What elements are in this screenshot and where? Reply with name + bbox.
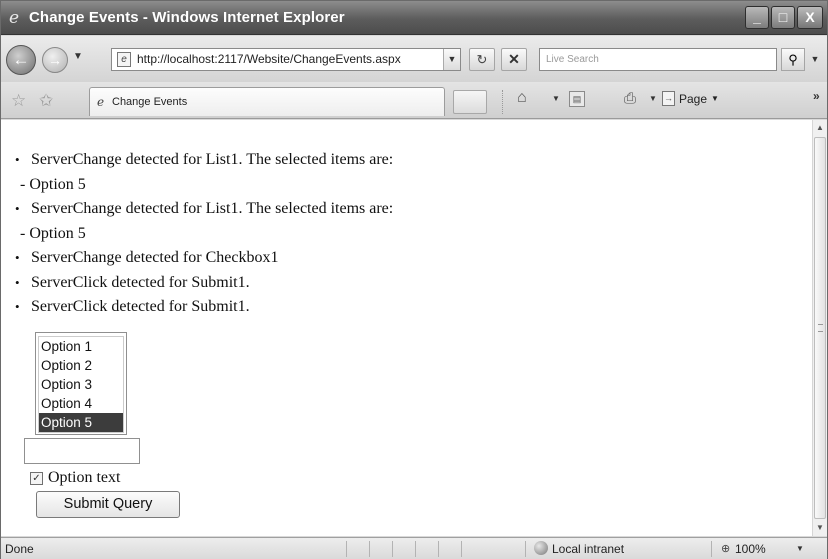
listbox-option[interactable]: Option 5 (39, 413, 123, 432)
page-favicon-icon: e (117, 52, 131, 67)
toolbar-overflow-chevron-icon[interactable]: » (813, 89, 820, 103)
home-dropdown[interactable]: ▼ (552, 94, 560, 103)
back-arrow-icon: ← (12, 50, 30, 69)
tab-command-bar: ☆ ✩ e Change Events ⌂ ▼ ▤ ⎙ ▼ → Page ▼ » (1, 82, 827, 119)
maximize-button[interactable]: □ (771, 6, 795, 29)
tab-favicon-icon: e (97, 95, 105, 109)
window-controls: _ □ X (745, 6, 823, 29)
listbox-option[interactable]: Option 1 (39, 337, 123, 356)
checkbox1-row: ✓ Option text (30, 469, 120, 487)
home-icon[interactable]: ⌂ (517, 89, 527, 107)
event-log-item: ServerChange detected for List1. The sel… (15, 197, 393, 222)
zoom-icon[interactable]: ⊕ (721, 542, 730, 555)
close-button[interactable]: X (797, 6, 823, 29)
navigation-bar: ← → ▼ e http://localhost:2117/Website/Ch… (1, 36, 827, 82)
address-url[interactable]: http://localhost:2117/Website/ChangeEven… (137, 52, 401, 66)
listbox-option[interactable]: Option 2 (39, 356, 123, 375)
globe-icon (534, 541, 548, 555)
page-icon: → (662, 91, 675, 106)
page-menu-label: Page (679, 91, 708, 106)
status-divider (461, 541, 462, 557)
feeds-icon[interactable]: ▤ (569, 91, 585, 107)
search-placeholder: Live Search (546, 54, 599, 65)
minimize-button[interactable]: _ (745, 6, 769, 29)
address-bar[interactable]: e http://localhost:2117/Website/ChangeEv… (111, 48, 461, 71)
search-button[interactable]: ⚲ (781, 48, 805, 71)
event-log-list: ServerChange detected for List1. The sel… (15, 148, 393, 320)
status-divider (525, 541, 526, 557)
scroll-down-arrow-icon[interactable]: ▼ (813, 520, 827, 536)
refresh-icon: ↻ (476, 52, 488, 67)
status-divider (369, 541, 370, 557)
search-input[interactable]: Live Search (539, 48, 777, 71)
toolbar-separator (502, 90, 503, 114)
refresh-button[interactable]: ↻ (469, 48, 495, 71)
event-log-item: ServerChange detected for Checkbox1 (15, 246, 393, 271)
title-bar: e Change Events - Windows Internet Explo… (1, 1, 827, 35)
event-log-detail: - Option 5 (20, 224, 86, 242)
vertical-scrollbar[interactable]: ▲ ▼ (812, 120, 827, 536)
zoom-dropdown[interactable]: ▼ (796, 544, 804, 553)
security-zone-label: Local intranet (552, 542, 625, 556)
checkbox1-checkbox[interactable]: ✓ (30, 471, 43, 485)
status-divider (415, 541, 416, 557)
new-tab-button[interactable] (453, 90, 487, 114)
chevron-down-icon: ▼ (711, 94, 719, 103)
status-text: Done (5, 542, 34, 556)
search-options-dropdown[interactable]: ▼ (807, 48, 823, 71)
submit-query-button[interactable]: Submit Query (36, 491, 180, 518)
page-content: ServerChange detected for List1. The sel… (1, 120, 812, 536)
text1-input[interactable] (24, 438, 140, 464)
list1-listbox[interactable]: Option 1 Option 2 Option 3 Option 4 Option 5 (35, 332, 127, 435)
back-button[interactable]: ← (6, 45, 36, 75)
event-log-detail: - Option 5 (20, 175, 86, 193)
add-favorite-icon[interactable]: ✩ (39, 91, 53, 111)
tab-label: Change Events (112, 96, 188, 108)
magnifier-icon: ⚲ (788, 52, 798, 67)
printer-icon[interactable]: ⎙ (624, 90, 636, 107)
forward-arrow-icon: → (48, 52, 62, 68)
status-divider (392, 541, 393, 557)
event-log-item: ServerClick detected for Submit1. (15, 271, 393, 296)
address-dropdown-button[interactable]: ▼ (443, 49, 460, 70)
tab-change-events[interactable]: e Change Events (89, 87, 445, 116)
zoom-level[interactable]: 100% (735, 542, 766, 556)
window-title: Change Events - Windows Internet Explore… (29, 9, 345, 26)
scrollbar-thumb[interactable] (814, 137, 826, 519)
status-bar: Done Local intranet ⊕ 100% ▼ (1, 537, 827, 559)
star-icon[interactable]: ☆ (11, 91, 26, 111)
stop-button[interactable]: ✕ (501, 48, 527, 71)
scrollbar-grip-icon (818, 324, 823, 332)
checkbox1-label[interactable]: Option text (48, 469, 120, 487)
listbox-option[interactable]: Option 4 (39, 394, 123, 413)
browser-window: e Change Events - Windows Internet Explo… (0, 0, 828, 559)
listbox-option[interactable]: Option 3 (39, 375, 123, 394)
status-divider (438, 541, 439, 557)
stop-icon: ✕ (508, 51, 520, 67)
page-menu-button[interactable]: → Page ▼ (662, 91, 719, 106)
listbox-options: Option 1 Option 2 Option 3 Option 4 Option 5 (38, 336, 124, 433)
scroll-up-arrow-icon[interactable]: ▲ (813, 120, 827, 136)
forward-button[interactable]: → (42, 47, 68, 73)
status-divider (346, 541, 347, 557)
recent-pages-dropdown[interactable]: ▼ (73, 51, 83, 62)
event-log-item: ServerChange detected for List1. The sel… (15, 148, 393, 173)
ie-logo-icon: e (9, 8, 20, 28)
print-dropdown[interactable]: ▼ (649, 94, 657, 103)
event-log-item: ServerClick detected for Submit1. (15, 295, 393, 320)
status-divider (711, 541, 712, 557)
